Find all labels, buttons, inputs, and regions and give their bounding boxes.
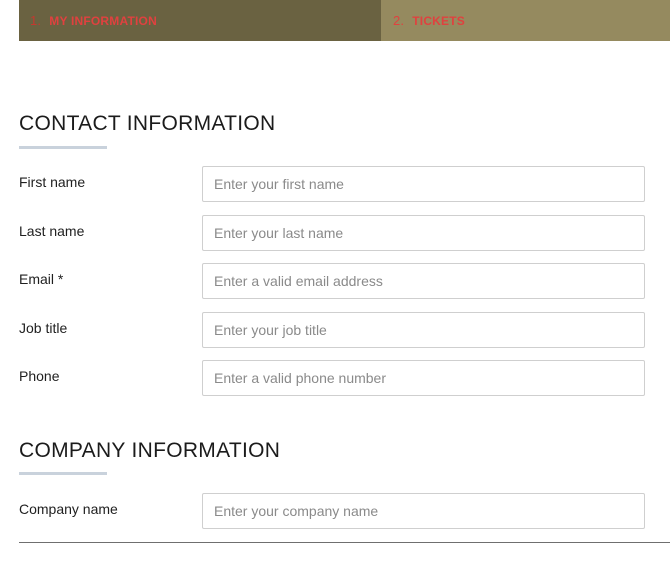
last-name-label: Last name <box>19 223 85 239</box>
company-name-field[interactable] <box>202 493 645 529</box>
step-number: 2. <box>393 13 405 28</box>
first-name-row: First name <box>19 166 645 202</box>
section-underline <box>19 472 107 475</box>
phone-label: Phone <box>19 368 60 384</box>
divider <box>19 542 670 543</box>
company-section-title: COMPANY INFORMATION <box>19 439 281 462</box>
step-tickets[interactable]: 2. TICKETS <box>381 0 670 41</box>
company-name-label: Company name <box>19 501 118 517</box>
contact-section-title: CONTACT INFORMATION <box>19 112 276 135</box>
first-name-label: First name <box>19 174 86 190</box>
progress-steps: 1. MY INFORMATION 2. TICKETS <box>19 0 670 41</box>
phone-row: Phone <box>19 360 645 396</box>
first-name-field[interactable] <box>202 166 645 202</box>
job-title-row: Job title <box>19 312 645 348</box>
email-label: Email * <box>19 271 64 287</box>
step-my-information[interactable]: 1. MY INFORMATION <box>19 0 381 41</box>
last-name-row: Last name <box>19 215 645 251</box>
job-title-field[interactable] <box>202 312 645 348</box>
step-label: TICKETS <box>412 13 465 28</box>
last-name-field[interactable] <box>202 215 645 251</box>
job-title-label: Job title <box>19 320 68 336</box>
email-row: Email * <box>19 263 645 299</box>
step-label: MY INFORMATION <box>49 13 157 28</box>
phone-field[interactable] <box>202 360 645 396</box>
step-number: 1. <box>30 13 42 28</box>
section-underline <box>19 146 107 149</box>
email-field[interactable] <box>202 263 645 299</box>
company-name-row: Company name <box>19 493 645 529</box>
